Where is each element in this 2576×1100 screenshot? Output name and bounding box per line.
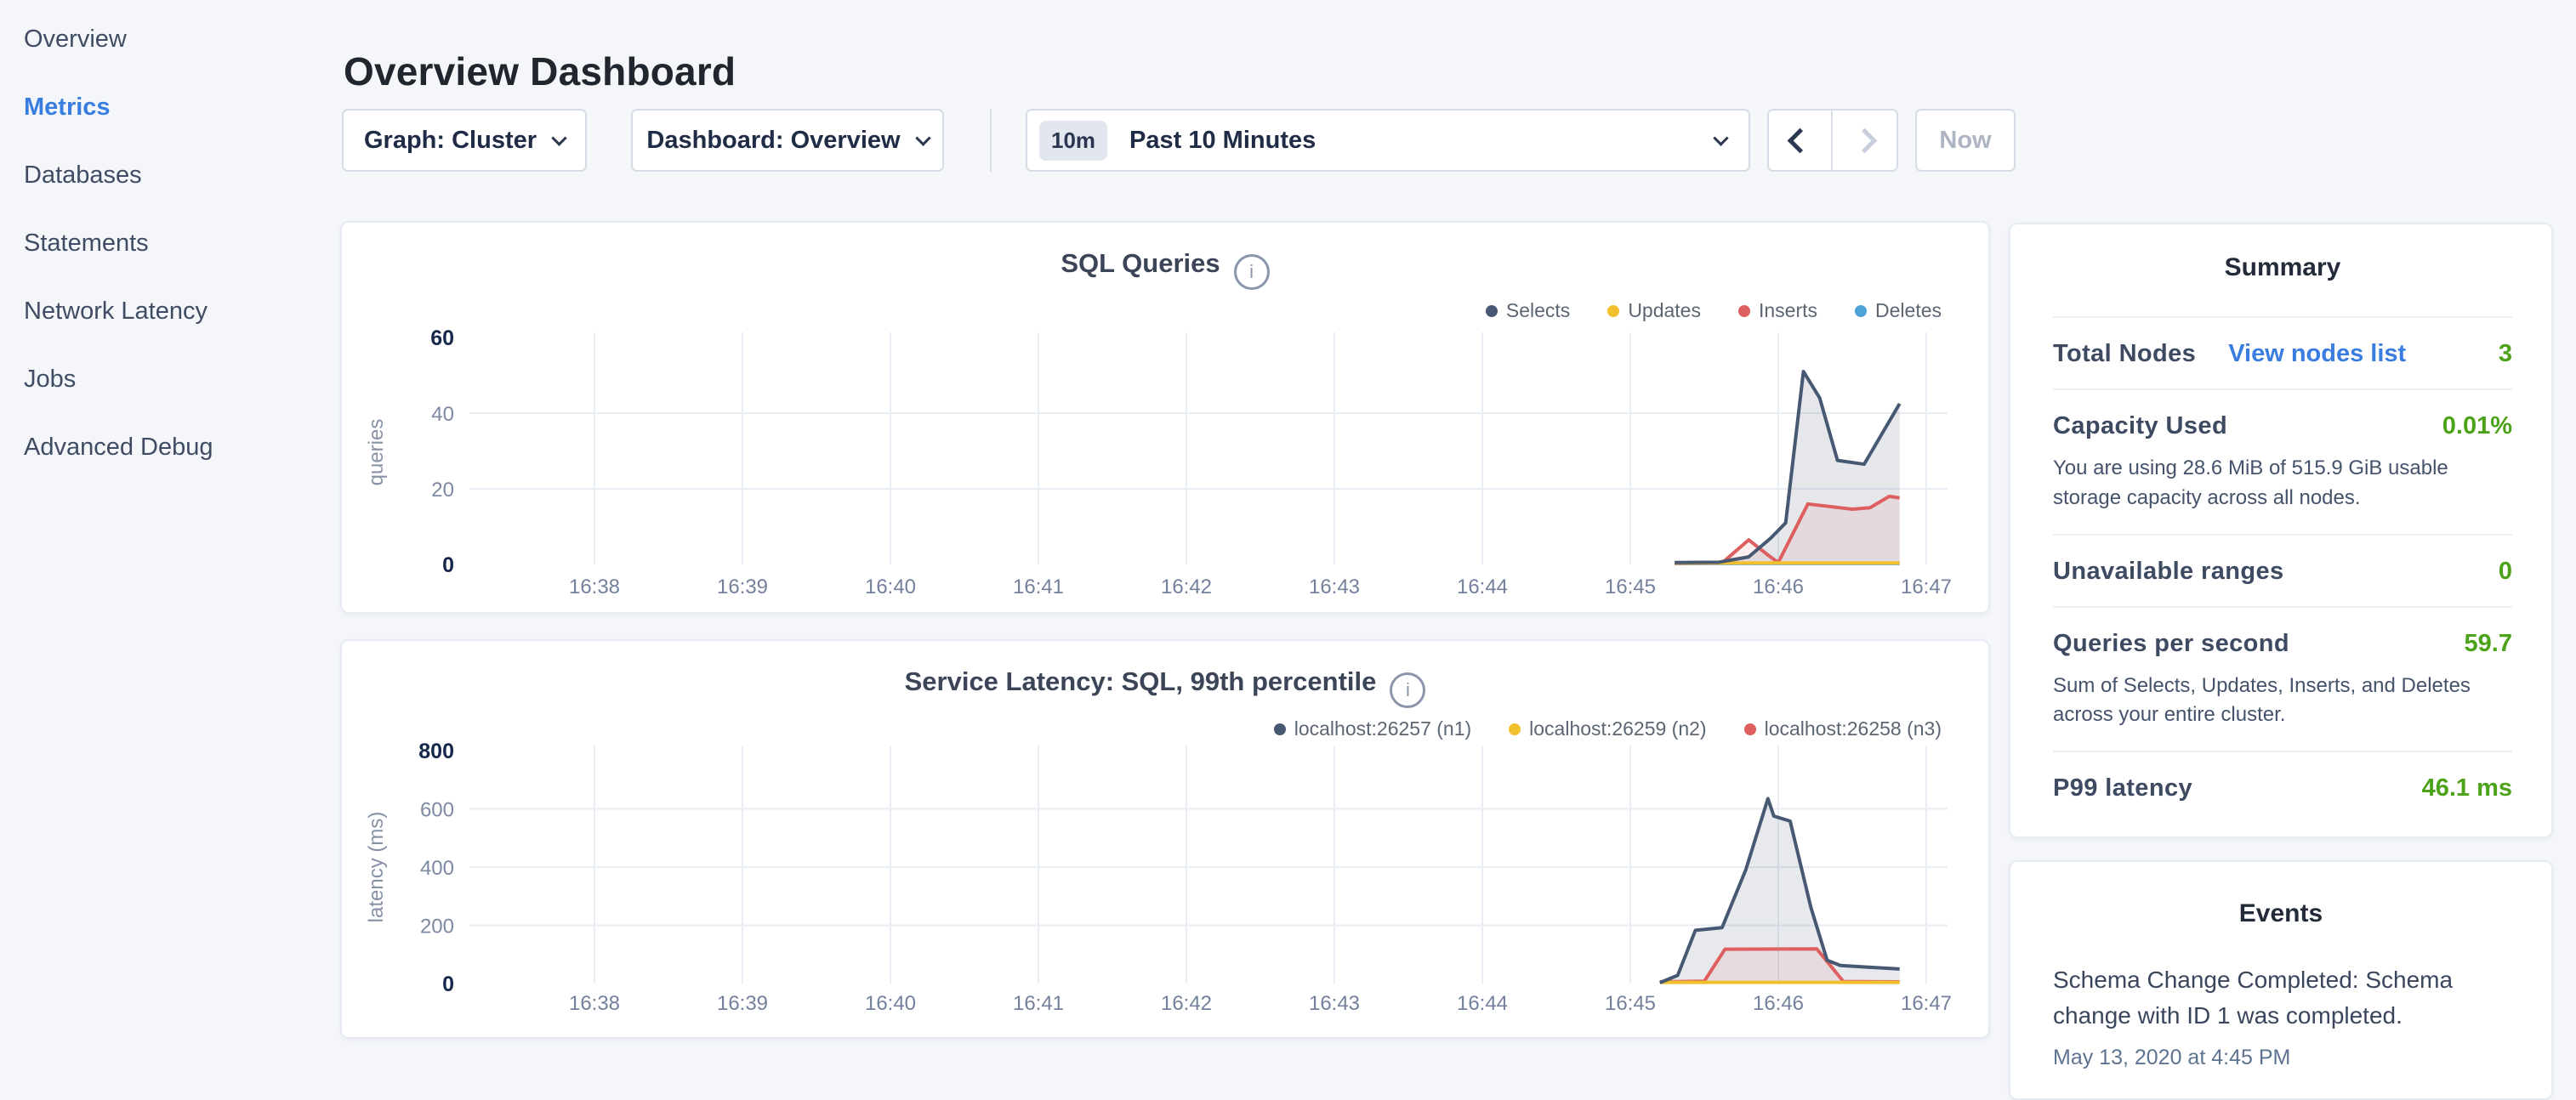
sidebar-item-network-latency[interactable]: Network Latency (0, 277, 340, 345)
summary-label: P99 latency (2053, 774, 2192, 802)
svg-text:16:39: 16:39 (717, 992, 768, 1015)
toolbar-divider (990, 109, 992, 172)
sidebar-item-statements[interactable]: Statements (0, 209, 340, 277)
graph-scope-dropdown[interactable]: Graph: Cluster (342, 109, 587, 172)
time-range-dropdown[interactable]: 10m Past 10 Minutes (1026, 109, 1750, 172)
summary-panel: Summary Total Nodes View nodes list 3 Ca… (2009, 223, 2553, 838)
svg-text:16:42: 16:42 (1161, 576, 1212, 598)
summary-row-total-nodes: Total Nodes View nodes list 3 (2053, 316, 2512, 388)
chevron-left-icon (1788, 128, 1813, 153)
events-panel: Events Schema Change Completed: Schema c… (2009, 860, 2553, 1100)
svg-text:16:39: 16:39 (717, 576, 768, 598)
summary-row-queries-per-second: Queries per second 59.7 Sum of Selects, … (2053, 606, 2512, 751)
svg-text:16:42: 16:42 (1161, 992, 1212, 1015)
svg-text:600: 600 (420, 799, 454, 822)
svg-text:16:43: 16:43 (1309, 576, 1360, 598)
summary-value: 0.01% (2442, 412, 2512, 440)
event-message: Schema Change Completed: Schema change w… (2053, 962, 2471, 1034)
sidebar: Overview Metrics Databases Statements Ne… (0, 5, 340, 481)
svg-text:0: 0 (442, 553, 454, 577)
svg-text:16:46: 16:46 (1753, 992, 1804, 1015)
summary-label: Total Nodes (2053, 340, 2196, 368)
event-item[interactable]: Schema Change Completed: Schema change w… (2053, 962, 2509, 1070)
time-step-back-button[interactable] (1769, 111, 1833, 170)
summary-row-capacity-used: Capacity Used 0.01% You are using 28.6 M… (2053, 388, 2512, 534)
dashboard-dropdown[interactable]: Dashboard: Overview (631, 109, 944, 172)
chevron-right-icon (1852, 128, 1878, 153)
service-latency-chart: 16:38 16:39 16:40 16:41 16:42 16:43 16:44 16:45… (342, 641, 1988, 1037)
svg-text:16:47: 16:47 (1901, 576, 1952, 598)
svg-text:16:44: 16:44 (1457, 992, 1508, 1015)
summary-value: 59.7 (2465, 630, 2512, 658)
summary-row-p99-latency: P99 latency 46.1 ms (2053, 751, 2512, 823)
view-nodes-list-link[interactable]: View nodes list (2228, 340, 2406, 368)
svg-text:16:38: 16:38 (569, 992, 620, 1015)
time-range-label: Past 10 Minutes (1129, 127, 1316, 155)
svg-text:16:45: 16:45 (1605, 576, 1656, 598)
summary-description: You are using 28.6 MiB of 515.9 GiB usab… (2053, 454, 2512, 513)
sidebar-item-jobs[interactable]: Jobs (0, 345, 340, 413)
svg-text:queries: queries (365, 419, 388, 486)
time-range-badge: 10m (1039, 121, 1107, 161)
service-latency-chart-card: Service Latency: SQL, 99th percentilei l… (340, 639, 1990, 1039)
svg-text:16:38: 16:38 (569, 576, 620, 598)
summary-description: Sum of Selects, Updates, Inserts, and De… (2053, 672, 2512, 731)
chevron-down-icon (1713, 130, 1728, 145)
summary-title: Summary (2053, 253, 2512, 282)
svg-text:latency (ms): latency (ms) (365, 812, 388, 923)
events-title: Events (2053, 899, 2509, 928)
chevron-down-icon (551, 130, 566, 145)
svg-text:0: 0 (442, 972, 454, 996)
sql-queries-chart-card: SQL Queriesi SelectsUpdatesInsertsDelete… (340, 221, 1990, 614)
sidebar-item-overview[interactable]: Overview (0, 5, 340, 73)
svg-text:16:47: 16:47 (1901, 992, 1952, 1015)
now-button[interactable]: Now (1915, 109, 2016, 172)
svg-text:16:46: 16:46 (1753, 576, 1804, 598)
chevron-down-icon (915, 130, 930, 145)
graph-scope-dropdown-label: Graph: Cluster (364, 127, 537, 155)
page: { "sidebar": { "items": [ {"label": "Ove… (0, 0, 2576, 1051)
sidebar-item-metrics[interactable]: Metrics (0, 73, 340, 141)
sidebar-item-databases[interactable]: Databases (0, 141, 340, 209)
time-step-buttons (1767, 109, 1898, 172)
svg-text:16:44: 16:44 (1457, 576, 1508, 598)
svg-text:40: 40 (431, 403, 454, 426)
summary-label: Queries per second (2053, 630, 2289, 658)
svg-text:60: 60 (430, 326, 454, 350)
svg-text:16:40: 16:40 (865, 992, 916, 1015)
time-step-forward-button[interactable] (1833, 111, 1896, 170)
page-title: Overview Dashboard (344, 48, 736, 94)
svg-text:20: 20 (431, 479, 454, 502)
svg-text:400: 400 (420, 857, 454, 880)
summary-value: 3 (2499, 340, 2512, 368)
summary-label: Capacity Used (2053, 412, 2227, 440)
svg-text:16:41: 16:41 (1013, 576, 1064, 598)
sidebar-item-advanced-debug[interactable]: Advanced Debug (0, 413, 340, 481)
svg-text:200: 200 (420, 916, 454, 938)
svg-text:16:41: 16:41 (1013, 992, 1064, 1015)
svg-text:16:45: 16:45 (1605, 992, 1656, 1015)
sql-queries-chart: 16:38 16:39 16:40 16:41 16:42 16:43 16:44 16:45… (342, 223, 1988, 612)
svg-text:16:40: 16:40 (865, 576, 916, 598)
summary-value: 46.1 ms (2422, 774, 2512, 802)
svg-text:800: 800 (418, 740, 454, 763)
event-timestamp: May 13, 2020 at 4:45 PM (2053, 1046, 2509, 1070)
summary-value: 0 (2499, 558, 2512, 586)
dashboard-dropdown-label: Dashboard: Overview (646, 127, 900, 155)
svg-text:16:43: 16:43 (1309, 992, 1360, 1015)
summary-row-unavailable-ranges: Unavailable ranges 0 (2053, 534, 2512, 606)
summary-label: Unavailable ranges (2053, 558, 2284, 586)
now-button-label: Now (1939, 127, 1991, 155)
